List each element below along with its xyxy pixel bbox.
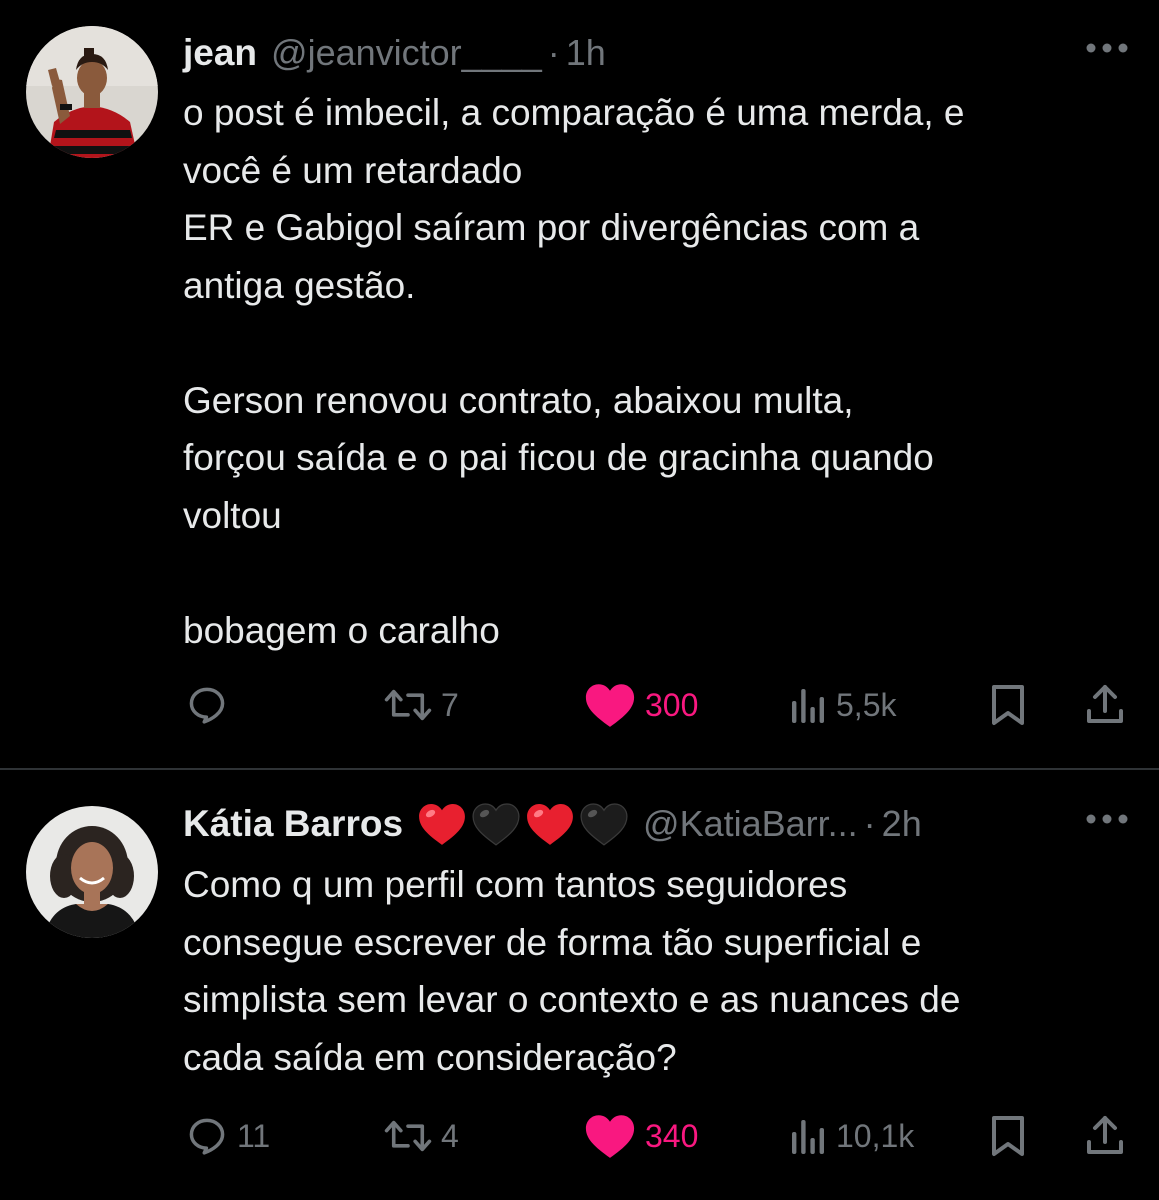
more-icon[interactable] bbox=[1085, 41, 1129, 53]
author-handle[interactable]: @KatiaBarr... bbox=[643, 803, 858, 845]
bookmark-button[interactable] bbox=[988, 680, 1028, 730]
share-icon bbox=[1087, 1116, 1123, 1154]
bookmark-icon bbox=[992, 685, 1024, 725]
like-count: 340 bbox=[645, 1117, 699, 1154]
tweet[interactable]: Kátia Barros @KatiaBarr... · 2h Como q u… bbox=[0, 770, 1159, 1200]
view-count: 5,5k bbox=[836, 686, 897, 723]
retweet-count: 7 bbox=[441, 686, 459, 723]
author-name[interactable]: Kátia Barros bbox=[183, 803, 403, 845]
retweet-icon bbox=[384, 689, 432, 721]
share-button[interactable] bbox=[1083, 1111, 1127, 1161]
tweet-header: jean @jeanvictor____ · 1h bbox=[183, 25, 1129, 81]
retweet-icon bbox=[384, 1120, 432, 1152]
red-heart-icon bbox=[527, 804, 573, 845]
tweet-text: Como q um perfil com tantos seguidores c… bbox=[183, 864, 961, 1078]
separator-dot: · bbox=[863, 803, 876, 844]
views-button[interactable]: 5,5k bbox=[788, 680, 896, 730]
like-button[interactable]: 340 bbox=[583, 1111, 698, 1161]
reply-count: 11 bbox=[237, 1117, 271, 1154]
tweet[interactable]: jean @jeanvictor____ · 1h o post é imbec… bbox=[0, 0, 1159, 768]
more-icon[interactable] bbox=[1085, 812, 1129, 824]
timestamp[interactable]: 2h bbox=[882, 803, 922, 845]
action-bar: 7 300 5,5k bbox=[183, 680, 1129, 730]
retweet-count: 4 bbox=[441, 1117, 459, 1154]
reply-button[interactable] bbox=[185, 680, 237, 730]
tweet-header: Kátia Barros @KatiaBarr... · 2h bbox=[183, 796, 1129, 852]
timestamp[interactable]: 1h bbox=[566, 32, 606, 74]
view-count: 10,1k bbox=[836, 1117, 915, 1154]
tweet-text: o post é imbecil, a comparação é uma mer… bbox=[183, 92, 965, 651]
red-heart-icon bbox=[419, 804, 465, 845]
share-icon bbox=[1087, 685, 1123, 723]
views-icon bbox=[792, 1120, 824, 1154]
name-emojis bbox=[417, 801, 633, 847]
like-button[interactable]: 300 bbox=[583, 680, 698, 730]
retweet-button[interactable]: 4 bbox=[383, 1111, 459, 1161]
author-handle[interactable]: @jeanvictor____ bbox=[271, 32, 542, 74]
action-bar: 11 4 340 10,1k bbox=[183, 1111, 1129, 1161]
views-icon bbox=[792, 689, 824, 723]
reply-button[interactable]: 11 bbox=[185, 1111, 270, 1161]
separator-dot: · bbox=[547, 32, 560, 73]
black-heart-icon bbox=[472, 803, 520, 846]
views-button[interactable]: 10,1k bbox=[788, 1111, 914, 1161]
heart-filled-icon bbox=[585, 684, 635, 727]
bookmark-icon bbox=[992, 1116, 1024, 1156]
retweet-button[interactable]: 7 bbox=[383, 680, 459, 730]
author-name[interactable]: jean bbox=[183, 32, 257, 74]
bookmark-button[interactable] bbox=[988, 1111, 1028, 1161]
like-count: 300 bbox=[645, 686, 699, 723]
black-heart-icon bbox=[580, 803, 628, 846]
avatar[interactable] bbox=[26, 806, 158, 938]
reply-icon bbox=[189, 687, 225, 724]
share-button[interactable] bbox=[1083, 680, 1127, 730]
avatar[interactable] bbox=[26, 26, 158, 158]
reply-icon bbox=[189, 1118, 225, 1155]
heart-filled-icon bbox=[585, 1115, 635, 1158]
